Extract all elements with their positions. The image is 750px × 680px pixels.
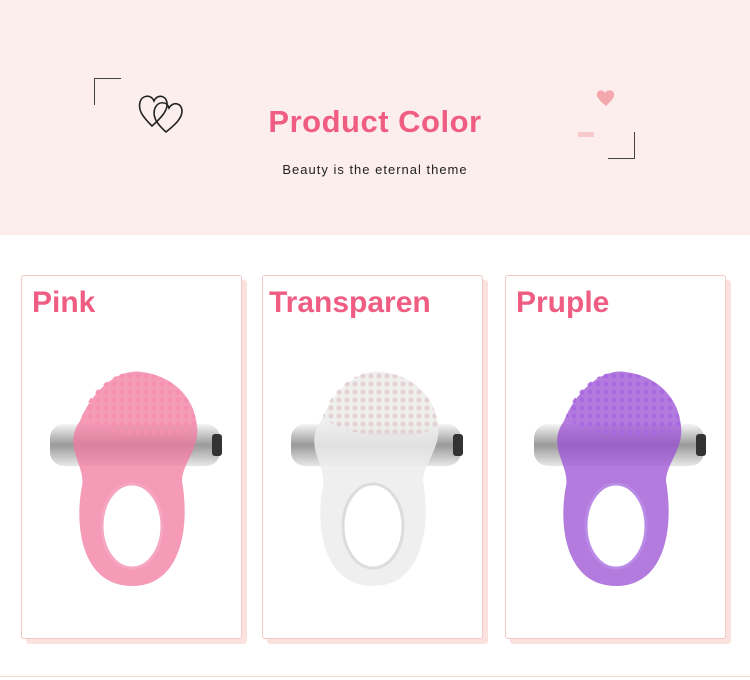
page-subtitle: Beauty is the eternal theme (282, 162, 468, 177)
product-color-label: Transparen (269, 286, 431, 319)
product-card-purple: Pruple (505, 275, 726, 639)
product-card-pink: Pink (21, 275, 242, 639)
header-banner: Product Color Beauty is the eternal them… (0, 0, 750, 235)
product-color-label: Pruple (516, 286, 610, 319)
corner-bracket-icon (94, 78, 121, 105)
product-color-label: Pink (32, 286, 96, 319)
bottom-divider (0, 676, 750, 677)
purple-vibrating-ring-image (534, 371, 706, 586)
product-card-transparent: Transparen (262, 275, 483, 639)
transparent-vibrating-ring-image (291, 371, 463, 586)
page-title: Product Color (268, 104, 482, 139)
pink-vibrating-ring-image (50, 371, 222, 586)
